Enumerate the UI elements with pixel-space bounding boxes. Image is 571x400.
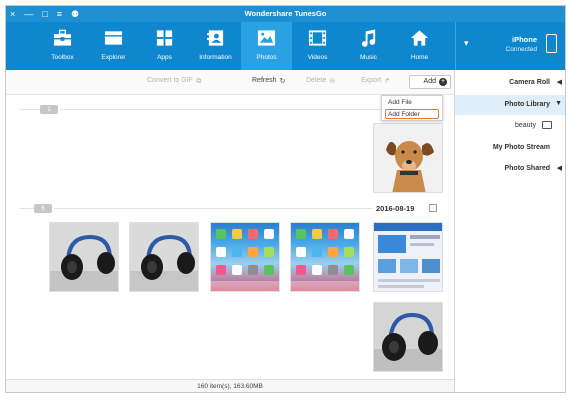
refresh-icon: ↻ xyxy=(279,78,286,85)
sidebar-item-label: Photo Shared xyxy=(504,165,550,172)
add-file-item[interactable]: Add File xyxy=(385,97,439,107)
dog-image xyxy=(374,124,442,192)
nav-explorer-label: Explorer xyxy=(101,54,126,61)
headphones-image xyxy=(50,223,118,291)
expand-arrow-icon[interactable]: ◀ xyxy=(557,78,562,86)
window-title: Wondershare TunesGo xyxy=(244,9,327,18)
delete-button[interactable]: Delete ⊖ xyxy=(306,77,336,86)
collapse-arrow-icon[interactable]: ▼ xyxy=(555,100,562,107)
folder-icon xyxy=(104,31,123,45)
main-toolbar: Home Music Videos Photos Information App… xyxy=(6,22,565,70)
group-divider xyxy=(54,208,372,209)
sidebar-item-label: Camera Roll xyxy=(509,79,550,86)
photo-thumb-screenshot[interactable] xyxy=(290,222,360,292)
sidebar-item-camera-roll[interactable]: Camera Roll ◀ xyxy=(455,73,565,93)
headphones-image xyxy=(130,223,198,291)
nav-music[interactable]: Music xyxy=(343,22,394,70)
expand-arrow-icon[interactable]: ◀ xyxy=(557,164,562,172)
nav-videos[interactable]: Videos xyxy=(292,22,343,70)
nav-bar: Home Music Videos Photos Information App… xyxy=(37,22,445,70)
sidebar: Camera Roll ◀ Photo Library ▼ beauty My … xyxy=(454,70,565,392)
sidebar-item-photo-shared[interactable]: Photo Shared ◀ xyxy=(455,159,565,179)
group-count-badge: 1 xyxy=(40,105,58,114)
sidebar-item-my-photo-stream[interactable]: My Photo Stream xyxy=(455,138,565,158)
photo-icon xyxy=(257,30,276,46)
sidebar-item-label: Photo Library xyxy=(504,101,550,108)
photo-thumb-headphones[interactable] xyxy=(129,222,199,292)
nav-videos-label: Videos xyxy=(307,54,328,61)
video-icon xyxy=(308,30,327,46)
sidebar-item-beauty[interactable]: beauty xyxy=(455,116,565,136)
action-bar: Convert to GIF ⧉ Refresh ↻ Delete ⊖ Export ↱… xyxy=(6,70,454,95)
group-select-checkbox[interactable] xyxy=(429,204,437,212)
nav-toolbox[interactable]: Toolbox xyxy=(37,22,88,70)
nav-photos[interactable]: Photos xyxy=(241,22,292,70)
ios-homescreen-image xyxy=(291,229,359,291)
group-date: 2016-08-19 xyxy=(376,204,415,213)
status-bar: 160 item(s), 163.60MB xyxy=(6,379,454,392)
refresh-button[interactable]: Refresh ↻ xyxy=(252,77,287,86)
sidebar-item-label: beauty xyxy=(514,122,536,129)
home-icon xyxy=(410,30,429,46)
add-folder-item[interactable]: Add Folder xyxy=(385,109,439,119)
photo-thumb-screenshot[interactable] xyxy=(210,222,280,292)
device-selector[interactable]: ▾ iPhone Connected xyxy=(455,22,565,70)
convert-gif-button[interactable]: Convert to GIF ⧉ xyxy=(147,77,203,86)
add-label: Add xyxy=(423,78,436,85)
photo-thumb-headphones[interactable] xyxy=(49,222,119,292)
add-menu: Add File Add Folder xyxy=(381,95,443,121)
app-window: × — □ ≡ ⚉ Wondershare TunesGo Home Music… xyxy=(5,5,566,393)
photo-thumb-dog[interactable] xyxy=(373,123,443,193)
toolbox-icon xyxy=(53,29,72,46)
refresh-label: Refresh xyxy=(252,77,277,84)
contacts-icon xyxy=(206,30,224,46)
nav-information-label: Information xyxy=(199,54,232,61)
sidebar-item-label: My Photo Stream xyxy=(492,144,550,151)
nav-apps[interactable]: Apps xyxy=(139,22,190,70)
export-label: Export xyxy=(361,77,382,84)
export-icon: ↱ xyxy=(384,78,391,85)
nav-toolbox-label: Toolbox xyxy=(51,54,74,61)
gif-icon: ⧉ xyxy=(196,78,202,85)
nav-apps-label: Apps xyxy=(157,54,172,61)
export-button[interactable]: Export ↱ xyxy=(361,77,391,86)
nav-information[interactable]: Information xyxy=(190,22,241,70)
sidebar-item-photo-library[interactable]: Photo Library ▼ xyxy=(455,95,565,115)
nav-photos-label: Photos xyxy=(256,54,277,61)
title-bar: × — □ ≡ ⚉ Wondershare TunesGo xyxy=(6,6,565,22)
ios-homescreen-image xyxy=(211,229,279,291)
iphone-icon xyxy=(546,34,557,53)
photo-grid: 1 6 2016-08-19 xyxy=(6,95,454,379)
apps-icon xyxy=(156,30,173,46)
nav-explorer[interactable]: Explorer xyxy=(88,22,139,70)
webpage-image xyxy=(374,223,442,291)
group-divider xyxy=(20,109,40,110)
nav-home[interactable]: Home xyxy=(394,22,445,70)
nav-music-label: Music xyxy=(360,54,377,61)
delete-icon: ⊖ xyxy=(329,78,336,85)
plus-icon: + xyxy=(439,78,447,86)
nav-home-label: Home xyxy=(410,54,429,61)
photo-thumb-headphones[interactable] xyxy=(373,302,443,372)
group-divider xyxy=(20,208,34,209)
add-button[interactable]: Add + xyxy=(409,75,451,89)
photo-thumb-screenshot[interactable] xyxy=(373,222,443,292)
delete-label: Delete xyxy=(306,77,327,84)
chevron-down-icon[interactable]: ▾ xyxy=(464,38,469,49)
headphones-image xyxy=(374,303,442,371)
device-status: Connected xyxy=(505,46,537,53)
device-name: iPhone xyxy=(511,35,537,44)
group-count-badge: 6 xyxy=(34,204,52,213)
album-icon xyxy=(542,121,552,129)
music-icon xyxy=(361,29,376,47)
convert-gif-label: Convert to GIF xyxy=(147,77,193,84)
